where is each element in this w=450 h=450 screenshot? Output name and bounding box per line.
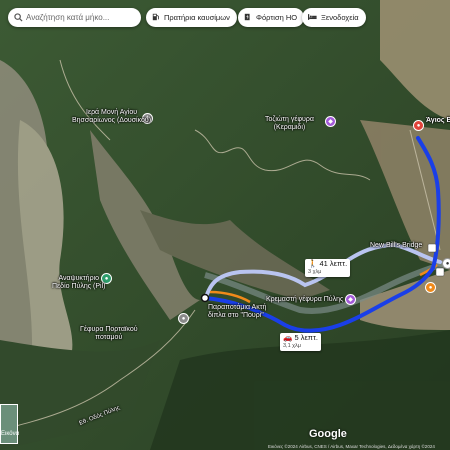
chip-label: Φόρτιση ΗΟ — [256, 13, 298, 22]
route-start-dot — [200, 293, 210, 303]
top-bar: Πρατήρια καυσίμων Φόρτιση ΗΟ Ξενοδοχεία — [0, 0, 450, 36]
poi-pin-white[interactable]: ● — [442, 258, 450, 269]
chip-gas-stations[interactable]: Πρατήρια καυσίμων — [146, 8, 237, 27]
chip-hotels[interactable]: Ξενοδοχεία — [302, 8, 366, 27]
landmark-icon: ◆ — [348, 297, 353, 303]
search-icon — [14, 9, 23, 27]
thumbnail-label: Εικόνα — [1, 431, 20, 437]
driving-distance: 3,1 χλμ — [283, 343, 301, 349]
place-label-tozioti-bridge[interactable]: Τοζιώτη γέφυρα (Κεραμιδι) — [265, 116, 314, 132]
layer-thumbnail[interactable]: Εικόνα — [0, 404, 20, 444]
place-label-beach[interactable]: Παραποτάμια Ακτή δίπλα στο "Πουρί" — [208, 304, 266, 320]
bridge-tozioti-pin[interactable]: ◆ — [325, 116, 336, 127]
portaikou-bridge-pin[interactable]: ● — [178, 313, 189, 324]
search-box[interactable] — [8, 8, 141, 27]
poi-icon: ● — [445, 260, 450, 267]
chip-label: Ξενοδοχεία — [321, 13, 359, 22]
walking-distance: 3 χλμ — [308, 269, 322, 275]
map-attribution: Εικόνες ©2024 Airbus, CNES / Airbus, Max… — [268, 444, 435, 449]
walking-route-info[interactable]: 🚶 41 λεπτ. 3 χλμ — [305, 259, 351, 277]
poi-pin-orange[interactable]: ● — [425, 282, 436, 293]
driving-time: 5 λεπτ. — [294, 333, 319, 342]
agios-vissarionas-pin[interactable]: ● — [413, 120, 424, 131]
place-label-hanging-bridge[interactable]: Κρεμαστή γέφυρα Πύλης — [266, 296, 343, 304]
satellite-map[interactable] — [0, 0, 450, 450]
chip-label: Πρατήρια καυσίμων — [164, 13, 230, 22]
place-label-agios-vissarionas[interactable]: Άγιος Βι — [426, 117, 450, 125]
hotel-icon — [308, 13, 317, 23]
place-label-new-bridge[interactable]: New Bill's Bridge — [370, 242, 422, 250]
location-pin-icon: ● — [416, 122, 421, 129]
place-label-portaikou-bridge[interactable]: Γέφυρα Πορταϊκού ποταμού — [80, 326, 138, 342]
place-label-recreation[interactable]: Αναψυκτήριο Πεδίο Πύλης (Pil) — [52, 275, 106, 291]
car-icon: 🚗 — [283, 333, 293, 342]
hanging-bridge-pin[interactable]: ◆ — [345, 294, 356, 305]
chip-ev-charging[interactable]: Φόρτιση ΗΟ — [238, 8, 305, 27]
poi-icon: ● — [428, 284, 433, 291]
gas-station-icon — [152, 13, 160, 23]
walking-icon: 🚶 — [308, 259, 318, 268]
walking-time: 41 λεπτ. — [319, 259, 348, 268]
place-label-monastery[interactable]: Ιερά Μονή Αγίου Βησσαρίωνος (Δουσίκου) — [72, 109, 151, 125]
google-logo: Google — [309, 428, 347, 440]
search-input[interactable] — [23, 13, 136, 22]
landmark-icon: ● — [181, 315, 186, 322]
landmark-icon: ◆ — [328, 119, 333, 125]
ev-charger-icon — [244, 13, 252, 23]
driving-route-info[interactable]: 🚗 5 λεπτ. 3,1 χλμ — [280, 333, 322, 351]
